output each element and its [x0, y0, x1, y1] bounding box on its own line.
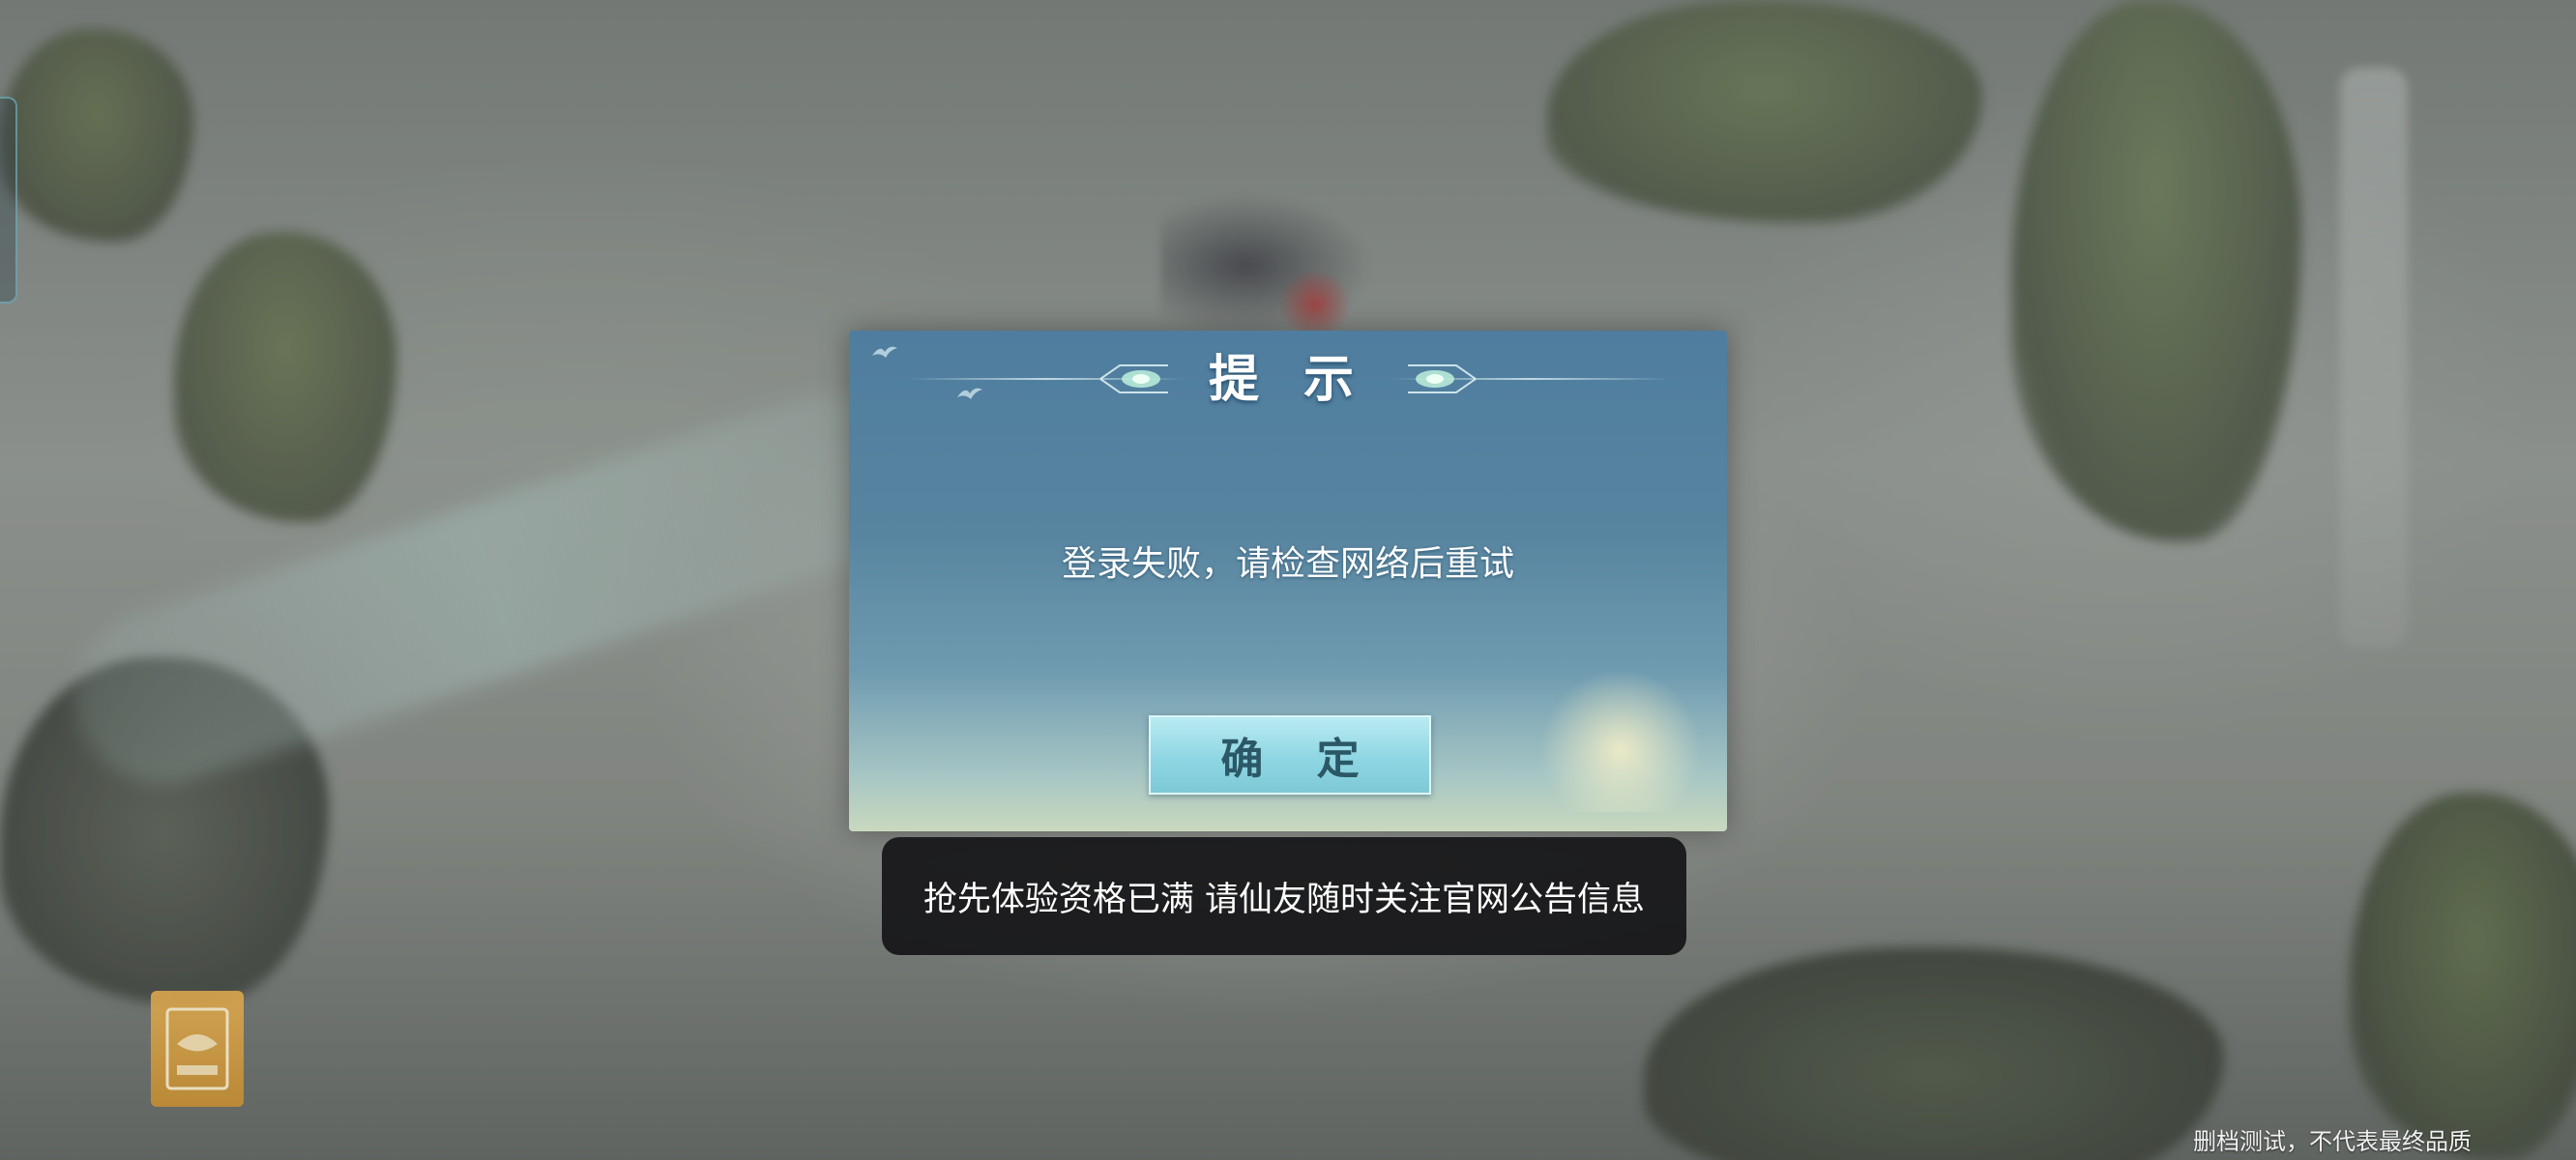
toast-message: 抢先体验资格已满 请仙友随时关注官网公告信息	[922, 880, 1646, 919]
dialog-header: 提 示	[849, 331, 1727, 427]
side-panel-tab[interactable]	[0, 97, 17, 304]
game-login-screen: 提 示 登录失败，请检查网络后重试 确 定 抢先体验资格已满 请仙友随时关注官网…	[0, 0, 2576, 1160]
confirm-button-label: 确 定	[1220, 735, 1379, 784]
lotus-ornament-icon	[1408, 364, 1477, 393]
dialog-title: 提 示	[1208, 350, 1368, 409]
dialog-message: 登录失败，请检查网络后重试	[1061, 544, 1514, 584]
age-rating-badge-icon	[151, 991, 244, 1107]
age-rating-badge-icon	[165, 1007, 229, 1090]
lotus-ornament-icon	[1099, 364, 1168, 393]
confirm-button[interactable]: 确 定	[1149, 715, 1431, 795]
alert-dialog: 提 示 登录失败，请检查网络后重试 确 定	[849, 331, 1727, 831]
test-disclaimer: 删档测试，不代表最终品质	[2193, 1128, 2472, 1155]
flower-glow-decoration	[1524, 657, 1717, 812]
toast-notification: 抢先体验资格已满 请仙友随时关注官网公告信息	[882, 837, 1686, 955]
